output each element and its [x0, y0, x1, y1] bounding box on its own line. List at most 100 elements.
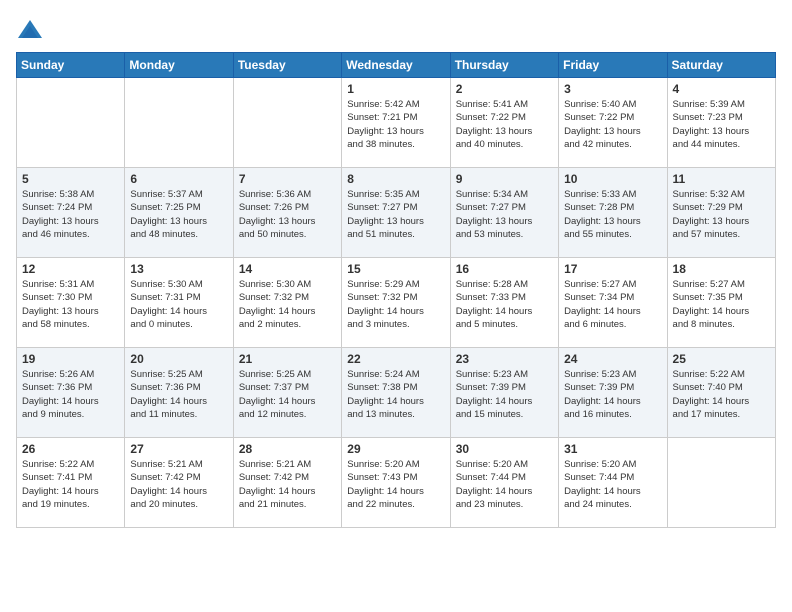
logo — [16, 16, 48, 44]
day-info: Sunrise: 5:24 AM Sunset: 7:38 PM Dayligh… — [347, 368, 444, 421]
calendar-table: SundayMondayTuesdayWednesdayThursdayFrid… — [16, 52, 776, 528]
calendar-cell: 3 Sunrise: 5:40 AM Sunset: 7:22 PM Daylig… — [559, 78, 667, 168]
calendar-cell: 23 Sunrise: 5:23 AM Sunset: 7:39 PM Dayli… — [450, 348, 558, 438]
calendar-cell: 26 Sunrise: 5:22 AM Sunset: 7:41 PM Dayli… — [17, 438, 125, 528]
week-row-3: 12 Sunrise: 5:31 AM Sunset: 7:30 PM Dayli… — [17, 258, 776, 348]
day-number: 1 — [347, 82, 444, 96]
day-info: Sunrise: 5:22 AM Sunset: 7:41 PM Dayligh… — [22, 458, 119, 511]
weekday-header-thursday: Thursday — [450, 53, 558, 78]
day-number: 25 — [673, 352, 770, 366]
day-number: 4 — [673, 82, 770, 96]
day-info: Sunrise: 5:33 AM Sunset: 7:28 PM Dayligh… — [564, 188, 661, 241]
day-number: 10 — [564, 172, 661, 186]
weekday-header-monday: Monday — [125, 53, 233, 78]
day-info: Sunrise: 5:20 AM Sunset: 7:43 PM Dayligh… — [347, 458, 444, 511]
day-number: 26 — [22, 442, 119, 456]
weekday-header-saturday: Saturday — [667, 53, 775, 78]
day-info: Sunrise: 5:39 AM Sunset: 7:23 PM Dayligh… — [673, 98, 770, 151]
weekday-header-sunday: Sunday — [17, 53, 125, 78]
calendar-cell: 8 Sunrise: 5:35 AM Sunset: 7:27 PM Daylig… — [342, 168, 450, 258]
day-number: 6 — [130, 172, 227, 186]
calendar-cell: 27 Sunrise: 5:21 AM Sunset: 7:42 PM Dayli… — [125, 438, 233, 528]
day-number: 11 — [673, 172, 770, 186]
calendar-cell: 14 Sunrise: 5:30 AM Sunset: 7:32 PM Dayli… — [233, 258, 341, 348]
day-number: 28 — [239, 442, 336, 456]
calendar-cell: 24 Sunrise: 5:23 AM Sunset: 7:39 PM Dayli… — [559, 348, 667, 438]
day-info: Sunrise: 5:30 AM Sunset: 7:32 PM Dayligh… — [239, 278, 336, 331]
day-info: Sunrise: 5:27 AM Sunset: 7:34 PM Dayligh… — [564, 278, 661, 331]
calendar-cell: 28 Sunrise: 5:21 AM Sunset: 7:42 PM Dayli… — [233, 438, 341, 528]
calendar-cell: 20 Sunrise: 5:25 AM Sunset: 7:36 PM Dayli… — [125, 348, 233, 438]
calendar-cell — [17, 78, 125, 168]
calendar-cell: 10 Sunrise: 5:33 AM Sunset: 7:28 PM Dayli… — [559, 168, 667, 258]
calendar-cell: 9Sunrise: 5:34 AM Sunset: 7:27 PM Daylig… — [450, 168, 558, 258]
calendar-cell: 5 Sunrise: 5:38 AM Sunset: 7:24 PM Daylig… — [17, 168, 125, 258]
calendar-cell: 15Sunrise: 5:29 AM Sunset: 7:32 PM Dayli… — [342, 258, 450, 348]
day-number: 24 — [564, 352, 661, 366]
calendar-cell: 31 Sunrise: 5:20 AM Sunset: 7:44 PM Dayli… — [559, 438, 667, 528]
week-row-5: 26 Sunrise: 5:22 AM Sunset: 7:41 PM Dayli… — [17, 438, 776, 528]
day-number: 14 — [239, 262, 336, 276]
day-number: 18 — [673, 262, 770, 276]
calendar-cell: 29 Sunrise: 5:20 AM Sunset: 7:43 PM Dayli… — [342, 438, 450, 528]
calendar-cell: 25 Sunrise: 5:22 AM Sunset: 7:40 PM Dayli… — [667, 348, 775, 438]
day-number: 3 — [564, 82, 661, 96]
calendar-cell: 1 Sunrise: 5:42 AM Sunset: 7:21 PM Daylig… — [342, 78, 450, 168]
day-info: Sunrise: 5:36 AM Sunset: 7:26 PM Dayligh… — [239, 188, 336, 241]
day-info: Sunrise: 5:38 AM Sunset: 7:24 PM Dayligh… — [22, 188, 119, 241]
calendar-cell: 13 Sunrise: 5:30 AM Sunset: 7:31 PM Dayli… — [125, 258, 233, 348]
day-info: Sunrise: 5:23 AM Sunset: 7:39 PM Dayligh… — [564, 368, 661, 421]
day-number: 12 — [22, 262, 119, 276]
day-info: Sunrise: 5:35 AM Sunset: 7:27 PM Dayligh… — [347, 188, 444, 241]
weekday-header-wednesday: Wednesday — [342, 53, 450, 78]
day-info: Sunrise: 5:20 AM Sunset: 7:44 PM Dayligh… — [456, 458, 553, 511]
day-info: Sunrise: 5:31 AM Sunset: 7:30 PM Dayligh… — [22, 278, 119, 331]
day-info: Sunrise: 5:23 AM Sunset: 7:39 PM Dayligh… — [456, 368, 553, 421]
day-info: Sunrise: 5:28 AM Sunset: 7:33 PM Dayligh… — [456, 278, 553, 331]
logo-icon — [16, 16, 44, 44]
day-number: 5 — [22, 172, 119, 186]
day-number: 19 — [22, 352, 119, 366]
day-info: Sunrise: 5:32 AM Sunset: 7:29 PM Dayligh… — [673, 188, 770, 241]
day-number: 31 — [564, 442, 661, 456]
day-number: 17 — [564, 262, 661, 276]
calendar-cell: 6 Sunrise: 5:37 AM Sunset: 7:25 PM Daylig… — [125, 168, 233, 258]
day-number: 30 — [456, 442, 553, 456]
day-info: Sunrise: 5:29 AM Sunset: 7:32 PM Dayligh… — [347, 278, 444, 331]
week-row-2: 5 Sunrise: 5:38 AM Sunset: 7:24 PM Daylig… — [17, 168, 776, 258]
day-info: Sunrise: 5:42 AM Sunset: 7:21 PM Dayligh… — [347, 98, 444, 151]
calendar-cell: 21 Sunrise: 5:25 AM Sunset: 7:37 PM Dayli… — [233, 348, 341, 438]
day-info: Sunrise: 5:22 AM Sunset: 7:40 PM Dayligh… — [673, 368, 770, 421]
day-number: 2 — [456, 82, 553, 96]
calendar-cell: 11 Sunrise: 5:32 AM Sunset: 7:29 PM Dayli… — [667, 168, 775, 258]
day-info: Sunrise: 5:27 AM Sunset: 7:35 PM Dayligh… — [673, 278, 770, 331]
day-info: Sunrise: 5:25 AM Sunset: 7:37 PM Dayligh… — [239, 368, 336, 421]
day-number: 7 — [239, 172, 336, 186]
weekday-header-friday: Friday — [559, 53, 667, 78]
day-info: Sunrise: 5:25 AM Sunset: 7:36 PM Dayligh… — [130, 368, 227, 421]
day-info: Sunrise: 5:41 AM Sunset: 7:22 PM Dayligh… — [456, 98, 553, 151]
calendar-cell: 17 Sunrise: 5:27 AM Sunset: 7:34 PM Dayli… — [559, 258, 667, 348]
day-info: Sunrise: 5:40 AM Sunset: 7:22 PM Dayligh… — [564, 98, 661, 151]
day-number: 21 — [239, 352, 336, 366]
calendar-cell: 4 Sunrise: 5:39 AM Sunset: 7:23 PM Daylig… — [667, 78, 775, 168]
day-number: 9 — [456, 172, 553, 186]
calendar-cell — [667, 438, 775, 528]
day-number: 13 — [130, 262, 227, 276]
calendar-cell — [125, 78, 233, 168]
day-info: Sunrise: 5:37 AM Sunset: 7:25 PM Dayligh… — [130, 188, 227, 241]
calendar-cell: 18 Sunrise: 5:27 AM Sunset: 7:35 PM Dayli… — [667, 258, 775, 348]
day-number: 23 — [456, 352, 553, 366]
day-info: Sunrise: 5:21 AM Sunset: 7:42 PM Dayligh… — [130, 458, 227, 511]
day-info: Sunrise: 5:20 AM Sunset: 7:44 PM Dayligh… — [564, 458, 661, 511]
calendar-cell: 16Sunrise: 5:28 AM Sunset: 7:33 PM Dayli… — [450, 258, 558, 348]
day-info: Sunrise: 5:26 AM Sunset: 7:36 PM Dayligh… — [22, 368, 119, 421]
day-number: 20 — [130, 352, 227, 366]
week-row-4: 19 Sunrise: 5:26 AM Sunset: 7:36 PM Dayli… — [17, 348, 776, 438]
calendar-cell — [233, 78, 341, 168]
day-info: Sunrise: 5:30 AM Sunset: 7:31 PM Dayligh… — [130, 278, 227, 331]
day-number: 29 — [347, 442, 444, 456]
day-info: Sunrise: 5:21 AM Sunset: 7:42 PM Dayligh… — [239, 458, 336, 511]
day-number: 8 — [347, 172, 444, 186]
day-number: 27 — [130, 442, 227, 456]
